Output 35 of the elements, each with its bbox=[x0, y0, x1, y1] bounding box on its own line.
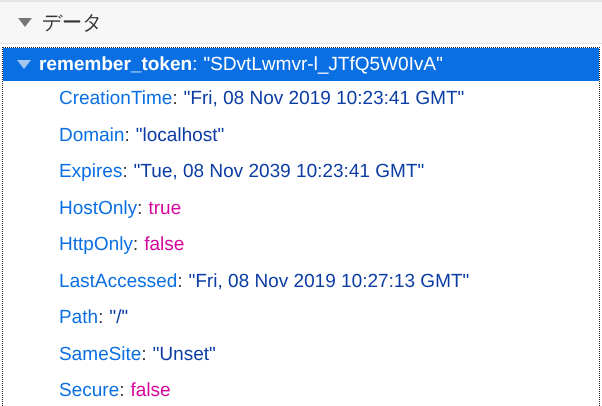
property-value: "Unset" bbox=[152, 344, 216, 366]
property-value: "SDvtLwmvr-l_JTfQ5W0IvA" bbox=[203, 54, 443, 76]
separator-text: : bbox=[172, 88, 178, 110]
property-value: "/" bbox=[109, 307, 128, 330]
section-header[interactable]: データ bbox=[0, 0, 602, 44]
expanded-triangle-icon[interactable] bbox=[17, 59, 31, 70]
separator-text: : bbox=[122, 161, 128, 184]
section-title: データ bbox=[42, 9, 102, 36]
property-key: Expires bbox=[59, 161, 122, 184]
property-key: LastAccessed bbox=[59, 270, 178, 293]
property-key: CreationTime bbox=[59, 88, 172, 110]
property-value: false bbox=[144, 234, 184, 256]
property-key: Path bbox=[59, 307, 98, 330]
property-value: "Tue, 08 Nov 2039 10:23:41 GMT" bbox=[134, 161, 424, 184]
property-key: HostOnly bbox=[59, 198, 138, 220]
separator-text: : bbox=[192, 54, 198, 76]
property-value: "Fri, 08 Nov 2019 10:27:13 GMT" bbox=[188, 270, 470, 293]
property-key: Domain bbox=[59, 124, 124, 147]
separator-text: : bbox=[132, 234, 138, 256]
property-value: "localhost" bbox=[136, 124, 224, 147]
separator-text: : bbox=[119, 380, 124, 402]
tree-row[interactable]: remember_token: "SDvtLwmvr-l_JTfQ5W0IvA" bbox=[3, 48, 599, 81]
expanded-triangle-icon[interactable] bbox=[18, 17, 32, 28]
property-value: false bbox=[130, 380, 171, 402]
separator-text: : bbox=[177, 270, 183, 293]
separator-text: : bbox=[137, 198, 142, 220]
separator-text: : bbox=[141, 344, 147, 366]
separator-text: : bbox=[98, 307, 104, 330]
property-value: "Fri, 08 Nov 2019 10:23:41 GMT" bbox=[184, 88, 464, 110]
property-key: HttpOnly bbox=[59, 234, 133, 256]
property-key: remember_token bbox=[39, 54, 192, 76]
property-key: Secure bbox=[59, 380, 120, 402]
property-key: SameSite bbox=[59, 344, 142, 366]
property-value: true bbox=[148, 198, 182, 220]
separator-text: : bbox=[124, 124, 130, 147]
